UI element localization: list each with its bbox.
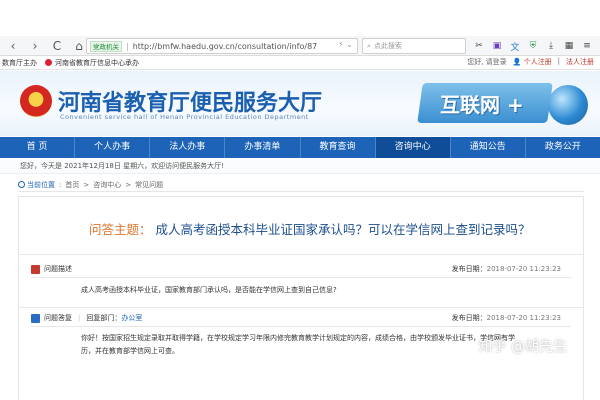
forward-icon[interactable]: › [26, 37, 44, 55]
translate-icon[interactable]: 文 [508, 38, 522, 54]
divider [31, 326, 571, 327]
browser-toolbar: ‹ › C ⌂ ☆ 党政机关 | http://bmfw.haedu.gov.c… [0, 36, 600, 56]
internet-plus-text: 互联网 + [440, 93, 524, 117]
back-icon[interactable]: ‹ [4, 37, 22, 55]
personal-register-link[interactable]: 👤 个人注册 [513, 57, 552, 67]
address-bar[interactable]: 党政机关 | http://bmfw.haedu.gov.cn/consulta… [86, 38, 358, 54]
description-date: 发布日期：2018-07-20 11:23:23 [452, 264, 561, 274]
nav-personal[interactable]: 个人办事 [75, 137, 151, 158]
location-icon [18, 181, 25, 188]
question-icon [31, 264, 40, 274]
globe-icon [548, 85, 588, 125]
answer-date: 发布日期：2018-07-20 11:23:23 [452, 313, 561, 323]
qa-content: 问答主题： 成人高考函授本科毕业证国家承认吗？可以在学信网上查到记录吗？ 问题描… [18, 196, 584, 400]
personal-register-label: 个人注册 [523, 58, 552, 66]
nav-gov-open[interactable]: 政务公开 [526, 137, 600, 158]
nav-consult-center[interactable]: 咨询中心 [375, 137, 451, 158]
search-input[interactable]: ⌕ 点此搜索 [362, 38, 466, 54]
breadcrumb-sep: : [59, 180, 62, 189]
dept-label: 回复部门： [86, 314, 122, 322]
topic-question: 成人高考函授本科毕业证国家承认吗？可以在学信网上查到记录吗？ [155, 222, 531, 237]
corp-register-link[interactable]: 法人注册 [566, 57, 594, 67]
breadcrumb-home[interactable]: 首页 [65, 180, 79, 190]
location-label: 当前位置 [18, 180, 55, 190]
main-nav: 首 页 个人办事 法人办事 办事清单 教育查询 咨询中心 通知公告 政务公开 [0, 137, 600, 158]
apps-grid-icon[interactable]: ▦ [562, 38, 576, 54]
site-banner: 河南省教育厅便民服务大厅 Convenient service hall of … [0, 71, 600, 136]
divider: | [78, 314, 81, 322]
nav-notices[interactable]: 通知公告 [451, 137, 526, 158]
date-value: 2018-07-20 11:23:23 [486, 314, 561, 322]
date-value: 2018-07-20 11:23:23 [486, 265, 561, 273]
national-emblem-icon [20, 85, 52, 117]
divider [31, 277, 571, 278]
divider: | [557, 57, 560, 65]
shield-icon[interactable]: ⛨ [526, 38, 540, 54]
bookmark-item[interactable]: 数育厅主办 [0, 58, 37, 68]
description-body: 成人高考函授本科毕业证，国家教育部门承认吗，是否能在学信网上查到自己信息? [81, 286, 337, 294]
security-badge: 党政机关 [90, 40, 122, 52]
toolbar-right-icons: ✂ ▣ 文 ⛨ ⤓ ▦ ≡ [472, 38, 594, 54]
date-label: 发布日期： [451, 265, 487, 273]
nav-corporate[interactable]: 法人办事 [150, 137, 226, 158]
divider [19, 254, 583, 255]
menu-icon[interactable]: ≡ [580, 38, 594, 54]
address-separator: | [126, 41, 129, 51]
welcome-bar: 您好，今天是 2021年12月18日 星期六，欢迎访问便民服务大厅! [0, 159, 600, 174]
extension-icon[interactable]: ▣ [490, 38, 504, 54]
download-icon[interactable]: ⤓ [544, 38, 558, 54]
watermark: 知乎 @胡先生 [478, 339, 567, 355]
bookmark-label: 河南省教育厅信息中心承办 [55, 58, 139, 67]
user-links: 您好, 请登录 👤 个人注册 | 法人注册 [467, 57, 594, 67]
breadcrumb-consult[interactable]: 咨询中心 [93, 180, 121, 190]
search-icon: ⌕ [367, 41, 371, 50]
dept-value: 办公室 [121, 314, 143, 322]
user-icon: 👤 [512, 58, 522, 66]
login-link[interactable]: 您好, 请登录 [467, 57, 506, 67]
date-label: 发布日期： [451, 314, 487, 322]
lightning-icon[interactable]: ⚡ ⌄ [338, 40, 353, 49]
description-header: 问题描述 发布日期：2018-07-20 11:23:23 [31, 262, 573, 276]
emblem-icon [45, 59, 52, 66]
nav-edu-query[interactable]: 教育查询 [301, 137, 376, 158]
nav-service-list[interactable]: 办事清单 [225, 137, 301, 158]
breadcrumb: 当前位置 : 首页 > 咨询中心 > 常见问题 [18, 178, 584, 192]
answer-icon [31, 313, 40, 323]
bookmark-item[interactable]: 河南省教育厅信息中心承办 [45, 58, 139, 68]
bookmark-bar: 数育厅主办 河南省教育厅信息中心承办 您好, 请登录 👤 个人注册 | 法人注册 [0, 56, 600, 70]
breadcrumb-sep: > [125, 180, 132, 189]
topic-heading: 问答主题： 成人高考函授本科毕业证国家承认吗？可以在学信网上查到记录吗？ [89, 219, 531, 238]
url-text[interactable]: http://bmfw.haedu.gov.cn/consultation/in… [133, 42, 318, 51]
description-heading: 问题描述 [44, 265, 72, 273]
cut-icon[interactable]: ✂ [472, 38, 486, 54]
nav-home[interactable]: 首 页 [0, 137, 76, 158]
breadcrumb-sep: > [83, 180, 90, 189]
breadcrumb-faq[interactable]: 常见问题 [135, 180, 163, 190]
topic-label: 问答主题： [89, 222, 152, 237]
site-subtitle: Convenient service hall of Henan Provinc… [60, 113, 309, 121]
divider [19, 307, 583, 308]
answer-header: 问题答复 | 回复部门： 办公室 发布日期：2018-07-20 11:23:2… [31, 311, 573, 325]
reload-icon[interactable]: C [48, 37, 66, 55]
location-text: 当前位置 [27, 180, 55, 189]
answer-heading: 问题答复 [44, 314, 72, 322]
search-placeholder: 点此搜索 [373, 42, 402, 50]
